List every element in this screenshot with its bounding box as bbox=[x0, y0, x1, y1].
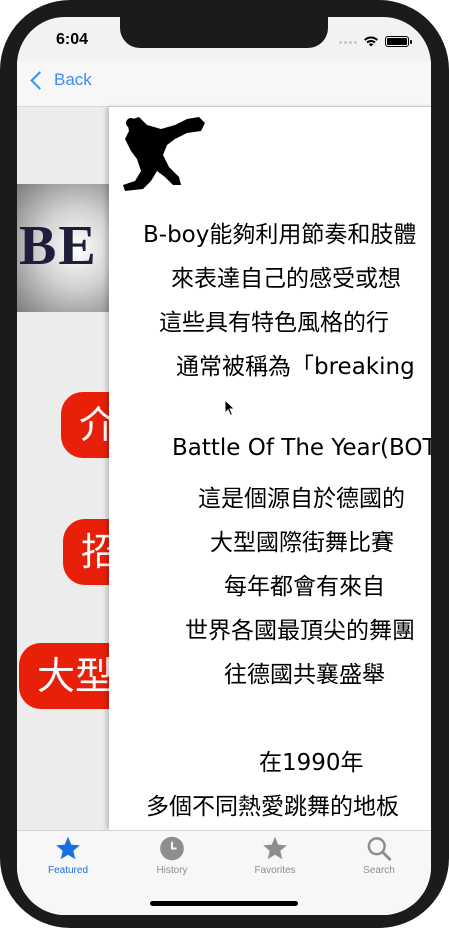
clock-icon bbox=[160, 836, 184, 861]
breakdancer-silhouette-icon bbox=[123, 117, 205, 191]
article-line: 這是個源自於德國的 bbox=[198, 486, 405, 512]
article-line: 多個不同熱愛跳舞的地板 bbox=[146, 794, 399, 820]
article-line: 在1990年 bbox=[259, 750, 364, 776]
navigation-bar: Back bbox=[17, 61, 431, 107]
status-icons bbox=[339, 35, 412, 47]
large-event-button-label: 大型 bbox=[37, 654, 114, 698]
article-line: B-boy能夠利用節奏和肢體 bbox=[143, 222, 417, 248]
tab-history[interactable]: History bbox=[132, 835, 212, 876]
tab-favorites[interactable]: Favorites bbox=[235, 835, 315, 876]
signal-icon bbox=[339, 39, 357, 44]
mouse-cursor-icon bbox=[224, 399, 236, 417]
article-line: 往德國共襄盛舉 bbox=[224, 662, 385, 688]
banner-image: BE bbox=[17, 184, 117, 312]
tab-featured-label: Featured bbox=[47, 865, 89, 876]
back-button[interactable]: Back bbox=[27, 70, 92, 90]
article-line: 通常被稱為「breaking bbox=[176, 354, 415, 380]
article-line: Battle Of The Year(BOT bbox=[172, 435, 431, 461]
battery-icon bbox=[385, 35, 412, 47]
notch bbox=[120, 17, 328, 48]
detail-card: B-boy能夠利用節奏和肢體 來表達自己的感受或想 這些具有特色風格的行 通常被… bbox=[109, 107, 431, 830]
home-indicator bbox=[150, 901, 298, 906]
article-line: 每年都會有來自 bbox=[224, 574, 385, 600]
screen: 6:04 Back BE 介 招 大型 B-boy能夠利用節奏和肢體 來表達自己… bbox=[17, 17, 431, 915]
star-icon bbox=[263, 836, 287, 860]
tab-search-label: Search bbox=[363, 865, 395, 876]
wifi-icon bbox=[364, 36, 378, 47]
banner-text: BE bbox=[19, 215, 98, 277]
phone-frame: 6:04 Back BE 介 招 大型 B-boy能夠利用節奏和肢體 來表達自己… bbox=[0, 0, 449, 928]
tab-history-label: History bbox=[156, 865, 188, 876]
article-line: 大型國際街舞比賽 bbox=[210, 530, 394, 556]
tab-favorites-label: Favorites bbox=[254, 865, 296, 876]
article-line: 世界各國最頂尖的舞團 bbox=[185, 618, 415, 644]
tab-search[interactable]: Search bbox=[339, 835, 419, 876]
star-icon bbox=[56, 836, 80, 860]
back-label: Back bbox=[54, 70, 92, 89]
tab-featured[interactable]: Featured bbox=[28, 835, 108, 876]
chevron-left-icon bbox=[30, 70, 49, 90]
article-line: 來表達自己的感受或想 bbox=[171, 266, 401, 292]
status-time: 6:04 bbox=[56, 31, 89, 48]
magnifier-icon bbox=[367, 837, 392, 861]
article-line: 這些具有特色風格的行 bbox=[159, 310, 389, 336]
